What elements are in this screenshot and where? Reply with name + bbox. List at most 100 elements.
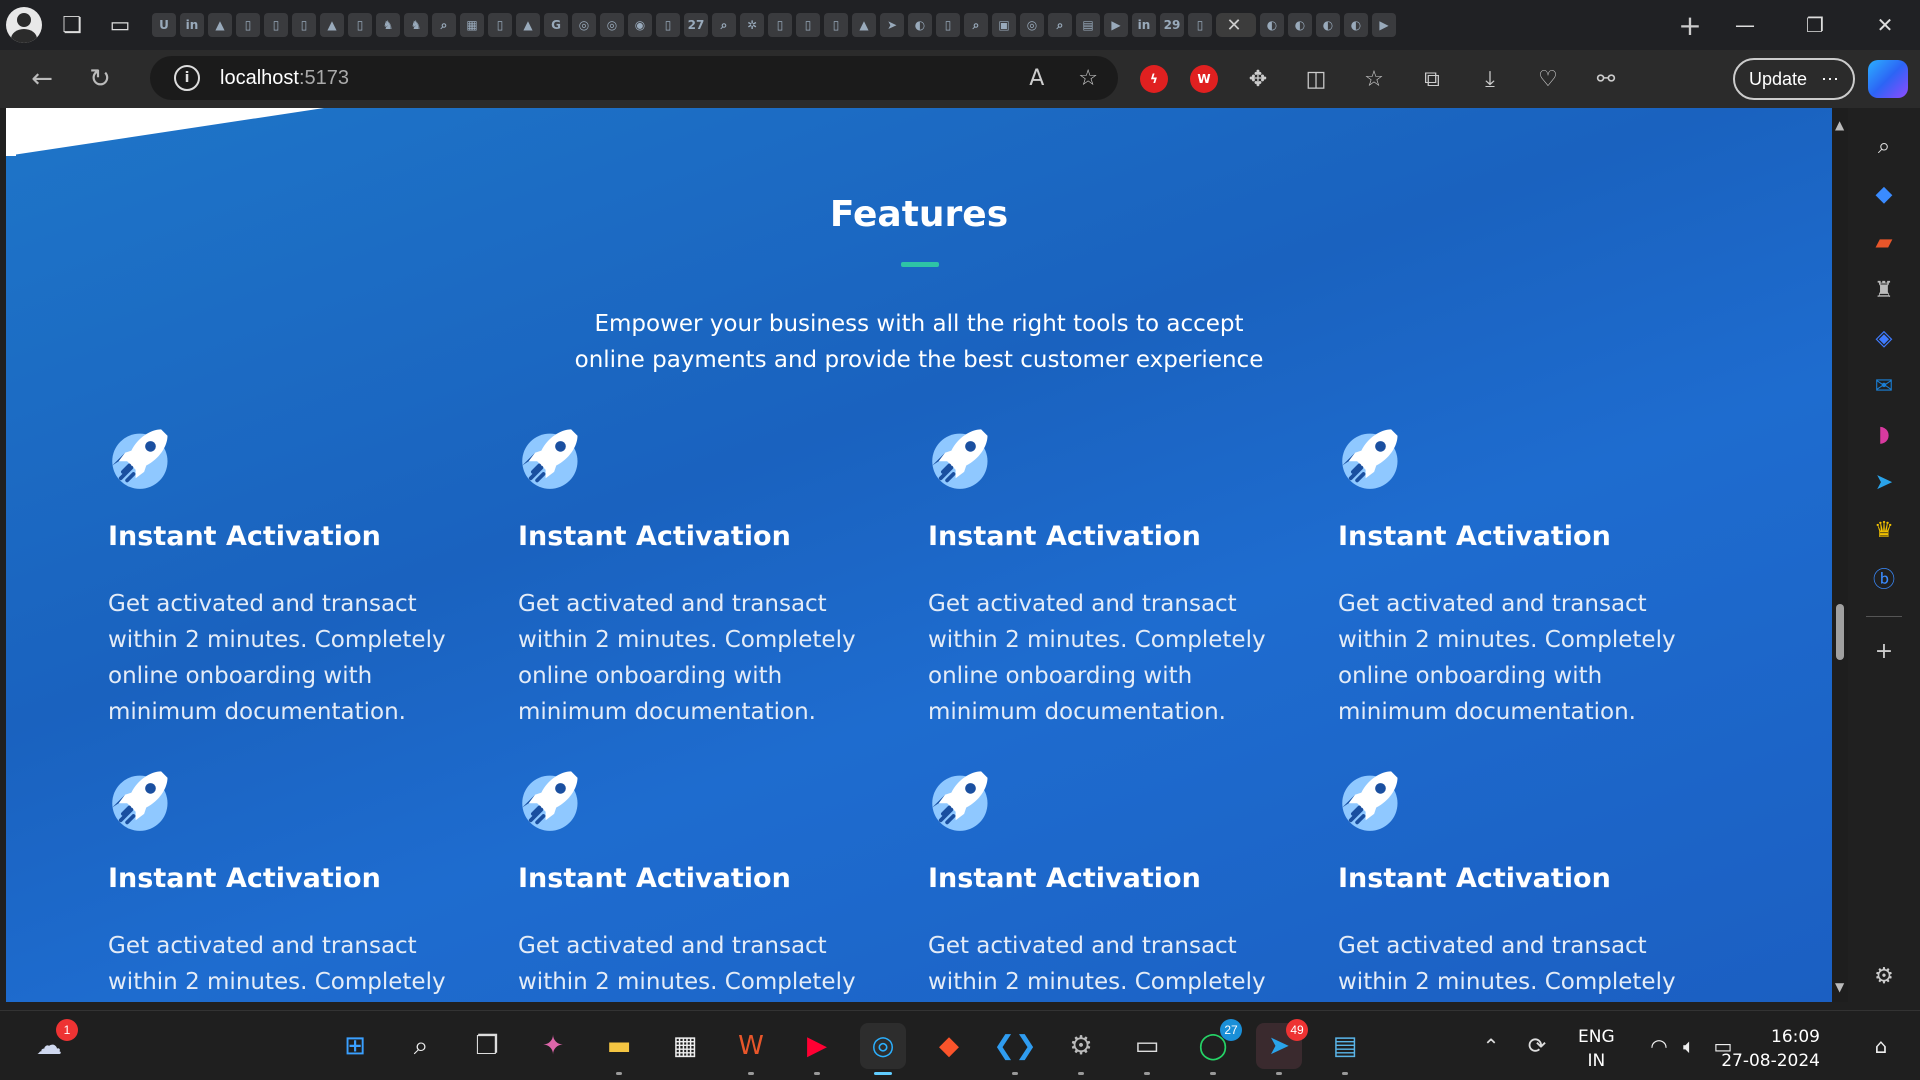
- shopping-tag-icon[interactable]: ◆: [1868, 178, 1900, 210]
- rewards-trophy-icon[interactable]: ♛: [1868, 514, 1900, 546]
- split-screen-icon[interactable]: ◫: [1298, 61, 1334, 97]
- file-explorer-icon[interactable]: ▬: [596, 1023, 642, 1075]
- browser-tab[interactable]: ▯: [824, 13, 848, 37]
- page-scrollbar[interactable]: ▲ ▼: [1832, 108, 1848, 1002]
- telegram-sidebar-icon[interactable]: ➤: [1868, 466, 1900, 498]
- add-sidebar-app-icon[interactable]: +: [1868, 635, 1900, 667]
- browser-tab[interactable]: ⌕: [712, 13, 736, 37]
- back-button[interactable]: ←: [16, 53, 68, 105]
- sidebar-settings-gear-icon[interactable]: ⚙: [1868, 960, 1900, 992]
- collections-icon[interactable]: ⧉: [1414, 61, 1450, 97]
- active-browser-tab[interactable]: ✕: [1216, 13, 1256, 37]
- office-wps-icon[interactable]: W: [728, 1023, 774, 1075]
- taskbar-search-icon[interactable]: ⌕: [398, 1023, 444, 1069]
- copilot-taskbar-icon[interactable]: ✦: [530, 1023, 576, 1069]
- browser-tab[interactable]: in: [180, 13, 204, 37]
- browser-tab[interactable]: ▤: [1076, 13, 1100, 37]
- weather-widget-icon[interactable]: ☁ 1: [26, 1019, 78, 1069]
- share-icon[interactable]: ⚯: [1588, 61, 1624, 97]
- browser-tab[interactable]: ◎: [600, 13, 624, 37]
- browser-tab[interactable]: ◐: [908, 13, 932, 37]
- close-tab-icon[interactable]: ✕: [1226, 15, 1241, 36]
- browser-tab[interactable]: ▦: [460, 13, 484, 37]
- microsoft-store-icon[interactable]: ▦: [662, 1023, 708, 1069]
- show-hidden-icons-chevron-icon[interactable]: ⌃: [1468, 1023, 1514, 1069]
- browser-tab[interactable]: ➤: [880, 13, 904, 37]
- browser-tab[interactable]: ♞: [376, 13, 400, 37]
- refresh-button[interactable]: ↻: [74, 53, 126, 105]
- settings-gear-icon[interactable]: ⚙: [1058, 1023, 1104, 1075]
- browser-tab[interactable]: ◐: [1260, 13, 1284, 37]
- designer-icon[interactable]: ◗: [1868, 418, 1900, 450]
- youtube-icon[interactable]: ▶: [794, 1023, 840, 1075]
- games-chess-icon[interactable]: ♜: [1868, 274, 1900, 306]
- browser-tab[interactable]: ▯: [796, 13, 820, 37]
- site-info-icon[interactable]: i: [174, 65, 200, 91]
- browser-tab[interactable]: ◐: [1316, 13, 1340, 37]
- browser-tab[interactable]: ▯: [1188, 13, 1212, 37]
- update-button[interactable]: Update ⋯: [1733, 58, 1855, 100]
- browser-tab[interactable]: ▲: [516, 13, 540, 37]
- browser-tab[interactable]: ▯: [656, 13, 680, 37]
- close-window-button[interactable]: ✕: [1850, 0, 1920, 50]
- browser-tab[interactable]: ◎: [572, 13, 596, 37]
- edge-browser-icon[interactable]: ◎: [860, 1023, 906, 1075]
- extensions-puzzle-icon[interactable]: ✥: [1240, 61, 1276, 97]
- bing-icon[interactable]: ⓑ: [1868, 562, 1900, 594]
- browser-tab[interactable]: ▯: [348, 13, 372, 37]
- browser-tab[interactable]: ▯: [488, 13, 512, 37]
- language-indicator[interactable]: ENG IN: [1578, 1025, 1615, 1073]
- browser-tab[interactable]: ▣: [992, 13, 1016, 37]
- copilot-icon[interactable]: [1868, 60, 1908, 98]
- browser-tab[interactable]: ⌕: [432, 13, 456, 37]
- browser-tab[interactable]: ▲: [208, 13, 232, 37]
- tab-actions-button[interactable]: ▭: [96, 0, 144, 50]
- browser-tab[interactable]: ▯: [936, 13, 960, 37]
- browser-tab[interactable]: ▯: [292, 13, 316, 37]
- browser-tab[interactable]: ▯: [236, 13, 260, 37]
- url-text[interactable]: localhost:5173: [220, 67, 349, 90]
- notepad-icon[interactable]: ▤: [1322, 1023, 1368, 1075]
- browser-tab[interactable]: ▲: [852, 13, 876, 37]
- search-icon[interactable]: ⌕: [1868, 130, 1900, 162]
- workspaces-button[interactable]: ❏: [48, 0, 96, 50]
- favorite-star-icon[interactable]: ☆: [1078, 66, 1098, 91]
- terminal-icon[interactable]: ▭: [1124, 1023, 1170, 1075]
- browser-essentials-icon[interactable]: ♡: [1530, 61, 1566, 97]
- browser-tab[interactable]: ⌕: [1048, 13, 1072, 37]
- browser-tab[interactable]: ▯: [264, 13, 288, 37]
- scrollbar-thumb[interactable]: [1836, 604, 1844, 660]
- browser-tab[interactable]: ◎: [1020, 13, 1044, 37]
- browser-tab[interactable]: ✲: [740, 13, 764, 37]
- read-aloud-icon[interactable]: A: [1029, 66, 1044, 91]
- browser-tab[interactable]: ◉: [628, 13, 652, 37]
- minimize-button[interactable]: —: [1710, 0, 1780, 50]
- brave-browser-icon[interactable]: ◆: [926, 1023, 972, 1069]
- browser-tab[interactable]: ▯: [768, 13, 792, 37]
- extension-wn-icon[interactable]: W: [1190, 65, 1218, 93]
- scroll-down-arrow-icon[interactable]: ▼: [1835, 980, 1844, 994]
- outlook-icon[interactable]: ✉: [1868, 370, 1900, 402]
- browser-tab[interactable]: 27: [684, 13, 708, 37]
- browser-tab[interactable]: ◐: [1288, 13, 1312, 37]
- address-bar[interactable]: i localhost:5173 A ☆: [150, 56, 1118, 100]
- browser-tab[interactable]: ⌕: [964, 13, 988, 37]
- favorites-icon[interactable]: ☆: [1356, 61, 1392, 97]
- browser-tab[interactable]: ▲: [320, 13, 344, 37]
- browser-tab[interactable]: G: [544, 13, 568, 37]
- whatsapp-icon[interactable]: ◯ 27: [1190, 1019, 1242, 1075]
- vscode-icon[interactable]: ❮❯: [992, 1023, 1038, 1075]
- browser-tab[interactable]: ◐: [1344, 13, 1368, 37]
- downloads-icon[interactable]: ⤓: [1472, 61, 1508, 97]
- browser-tab[interactable]: 29: [1160, 13, 1184, 37]
- telegram-icon[interactable]: ➤ 49: [1256, 1019, 1308, 1075]
- browser-tab[interactable]: U: [152, 13, 176, 37]
- system-clock[interactable]: 16:09 27-08-2024: [1721, 1025, 1820, 1073]
- sync-icon[interactable]: ⟳: [1514, 1023, 1560, 1069]
- browser-tab[interactable]: ▶: [1104, 13, 1128, 37]
- profile-button[interactable]: [0, 0, 48, 50]
- copilot-sidebar-icon[interactable]: ◈: [1868, 322, 1900, 354]
- scroll-up-arrow-icon[interactable]: ▲: [1835, 118, 1844, 132]
- extension-bolt-icon[interactable]: ϟ: [1140, 65, 1168, 93]
- browser-tab[interactable]: ♞: [404, 13, 428, 37]
